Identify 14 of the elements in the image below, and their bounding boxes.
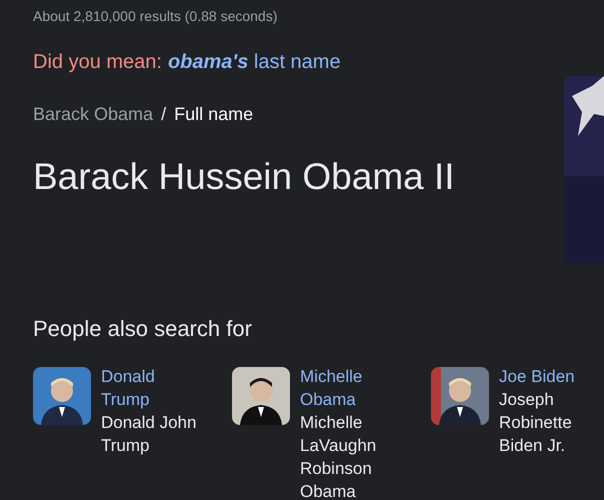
person-link[interactable]: Michelle Obama [300, 365, 396, 412]
breadcrumb-link[interactable]: Barack Obama [33, 101, 154, 128]
suggestion-link[interactable]: obama's last name [168, 47, 341, 77]
person-link[interactable]: Donald Trump [101, 365, 197, 412]
results-count: About 2,810,000 results (0.88 seconds) [33, 7, 278, 26]
breadcrumb-separator: / [161, 103, 166, 126]
person-link[interactable]: Joe Biden [499, 365, 595, 388]
section-heading: People also search for [33, 315, 252, 344]
breadcrumb-current: Full name [174, 103, 254, 126]
did-you-mean-label: Did you mean: [33, 50, 162, 75]
person-full-name: Michelle LaVaughn Robinson Obama [300, 412, 378, 500]
answer-title: Barack Hussein Obama II [33, 155, 455, 199]
person-full-name: Donald John Trump [101, 412, 197, 458]
person-full-name: Joseph Robinette Biden Jr. [499, 389, 573, 458]
